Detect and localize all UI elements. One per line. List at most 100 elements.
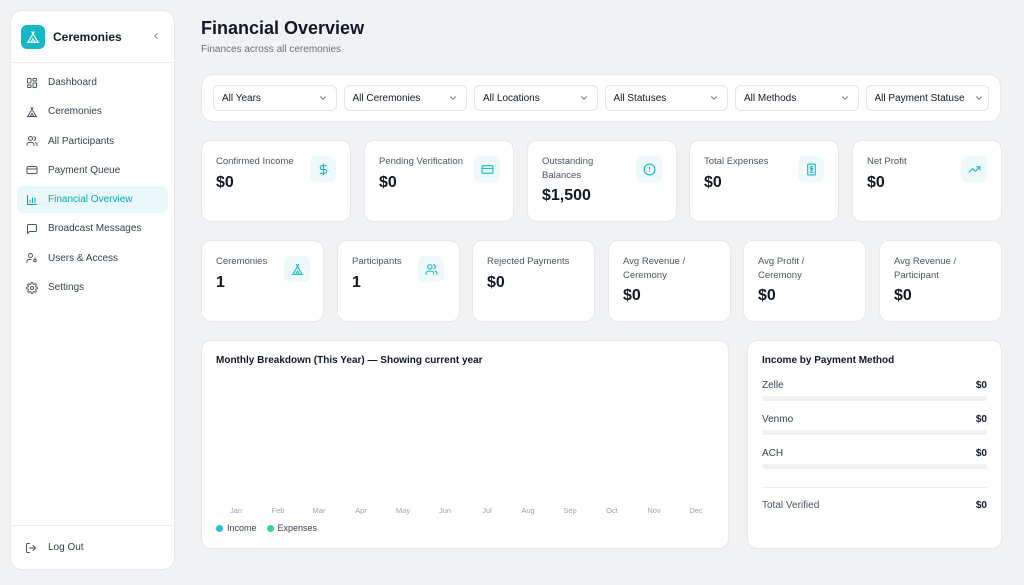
sidebar-item-label: Settings — [48, 282, 85, 294]
sidebar: Ceremonies Dashboard Ceremonies All Part… — [10, 10, 175, 570]
stat-value: $0 — [623, 287, 641, 304]
filter-value: All Locations — [483, 92, 540, 104]
credit-card-icon — [25, 163, 39, 177]
stat-card-ceremonies: Ceremonies 1 — [201, 240, 324, 322]
stat-value: 1 — [216, 274, 225, 291]
filter-value: All Statuses — [613, 92, 667, 104]
legend-label: Income — [227, 523, 257, 533]
grid-icon — [25, 76, 39, 90]
legend-label: Expenses — [277, 523, 318, 533]
stat-label: Rejected Payments — [487, 256, 570, 267]
stat-label: Pending Verification — [379, 156, 463, 167]
stat-card-participants: Participants 1 — [337, 240, 460, 322]
sidebar-item-financial-overview[interactable]: Financial Overview — [17, 186, 168, 214]
month-label: Sep — [563, 506, 577, 515]
gear-icon — [25, 281, 39, 295]
stat-card-confirmed-income: Confirmed Income $0 — [201, 140, 351, 222]
sidebar-item-label: Broadcast Messages — [48, 223, 142, 235]
bar-chart-icon — [25, 193, 39, 207]
method-amount: $0 — [975, 380, 987, 391]
divider — [762, 487, 987, 488]
sidebar-item-dashboard[interactable]: Dashboard — [17, 69, 168, 96]
tent-logo-icon — [21, 25, 45, 49]
stat-value: $0 — [894, 287, 912, 304]
payment-status-filter-select[interactable]: All Payment Statuse — [865, 85, 989, 111]
year-filter-select[interactable]: All Years — [213, 85, 337, 111]
monthly-breakdown-card: Monthly Breakdown (This Year) — Showing … — [201, 340, 729, 549]
logout-button[interactable]: Log Out — [11, 525, 174, 569]
month-label: Jan — [229, 506, 243, 515]
sidebar-item-label: All Participants — [48, 135, 115, 147]
filter-value: All Payment Statuse — [874, 92, 965, 104]
method-filter-select[interactable]: All Methods — [735, 85, 859, 111]
sidebar-item-label: Dashboard — [48, 77, 97, 88]
income-dot — [216, 524, 223, 532]
sidebar-nav: Dashboard Ceremonies All Participants Pa… — [11, 63, 174, 309]
stat-label: Ceremonies — [216, 256, 268, 267]
payment-method-row-venmo: Venmo $0 — [762, 414, 987, 435]
payment-method-row-zelle: Zelle $0 — [762, 380, 987, 401]
tent-icon — [25, 105, 39, 119]
sidebar-item-label: Financial Overview — [48, 194, 133, 206]
stat-value: $0 — [487, 274, 505, 291]
stat-value: 1 — [352, 274, 361, 291]
dollar-icon — [310, 156, 336, 182]
legend-income[interactable]: Income — [216, 523, 257, 533]
collapse-sidebar-button[interactable] — [148, 30, 164, 44]
sidebar-item-label: Users & Access — [48, 252, 119, 264]
legend-expenses[interactable]: Expenses — [266, 523, 318, 533]
month-label: Mar — [312, 506, 326, 515]
stat-card-total-expenses: Total Expenses $0 — [689, 140, 839, 222]
stat-card-pending-verification: Pending Verification $0 — [364, 140, 514, 222]
method-name: Venmo — [762, 414, 794, 425]
logout-icon — [25, 541, 39, 555]
sidebar-item-label: Payment Queue — [48, 164, 121, 176]
stat-card-avg-profit-ceremony: Avg Profit / Ceremony $0 — [743, 240, 866, 322]
stat-value: $0 — [379, 174, 397, 191]
sidebar-item-all-participants[interactable]: All Participants — [17, 128, 168, 155]
method-name: ACH — [762, 448, 784, 459]
stat-label: Avg Revenue / Participant — [894, 256, 957, 281]
users-icon — [25, 134, 39, 148]
expenses-dot — [266, 524, 274, 532]
month-label: Aug — [521, 506, 535, 515]
sidebar-item-ceremonies[interactable]: Ceremonies — [17, 98, 168, 125]
receipt-icon — [798, 156, 824, 182]
sidebar-item-label: Ceremonies — [48, 106, 102, 118]
sidebar-item-users-access[interactable]: Users & Access — [17, 245, 168, 272]
stat-label: Avg Revenue / Ceremony — [623, 256, 686, 281]
page-header: Financial Overview Finances across all c… — [201, 18, 364, 55]
month-label: Jun — [438, 506, 452, 515]
stat-label: Outstanding Balances — [542, 156, 594, 181]
payment-method-row-ach: ACH $0 — [762, 448, 987, 469]
status-filter-select[interactable]: All Statuses — [604, 85, 728, 111]
filter-bar: All Years All Ceremonies All Locations A… — [201, 74, 1001, 122]
stat-card-net-profit: Net Profit $0 — [852, 140, 1002, 222]
stat-value: $1,500 — [542, 187, 591, 204]
total-label: Total Verified — [762, 500, 820, 511]
filter-value: All Ceremonies — [352, 92, 421, 104]
ceremony-filter-select[interactable]: All Ceremonies — [343, 85, 467, 111]
stat-label: Participants — [352, 256, 402, 267]
stat-label: Net Profit — [867, 156, 907, 167]
sidebar-item-settings[interactable]: Settings — [17, 274, 168, 301]
stat-value: $0 — [758, 287, 776, 304]
location-filter-select[interactable]: All Locations — [474, 85, 598, 111]
sidebar-item-payment-queue[interactable]: Payment Queue — [17, 157, 168, 184]
month-label: Feb — [271, 506, 285, 515]
sidebar-item-broadcast-messages[interactable]: Broadcast Messages — [17, 215, 168, 242]
stat-label: Total Expenses — [704, 156, 769, 167]
month-label: Dec — [689, 506, 703, 515]
payment-method-card: Income by Payment Method Zelle $0 Venmo $0… — [747, 340, 1002, 549]
stat-label: Avg Profit / Ceremony — [758, 256, 805, 281]
stat-value: $0 — [216, 174, 234, 191]
trending-up-icon — [961, 156, 987, 182]
month-label: Nov — [647, 506, 661, 515]
page-title: Financial Overview — [201, 18, 365, 38]
stat-value: $0 — [867, 174, 885, 191]
alert-circle-icon — [636, 156, 662, 182]
logout-label: Log Out — [48, 542, 84, 553]
total-verified-row: Total Verified $0 — [762, 500, 987, 511]
payment-method-title: Income by Payment Method — [762, 355, 895, 366]
chevron-down-icon — [318, 93, 328, 103]
